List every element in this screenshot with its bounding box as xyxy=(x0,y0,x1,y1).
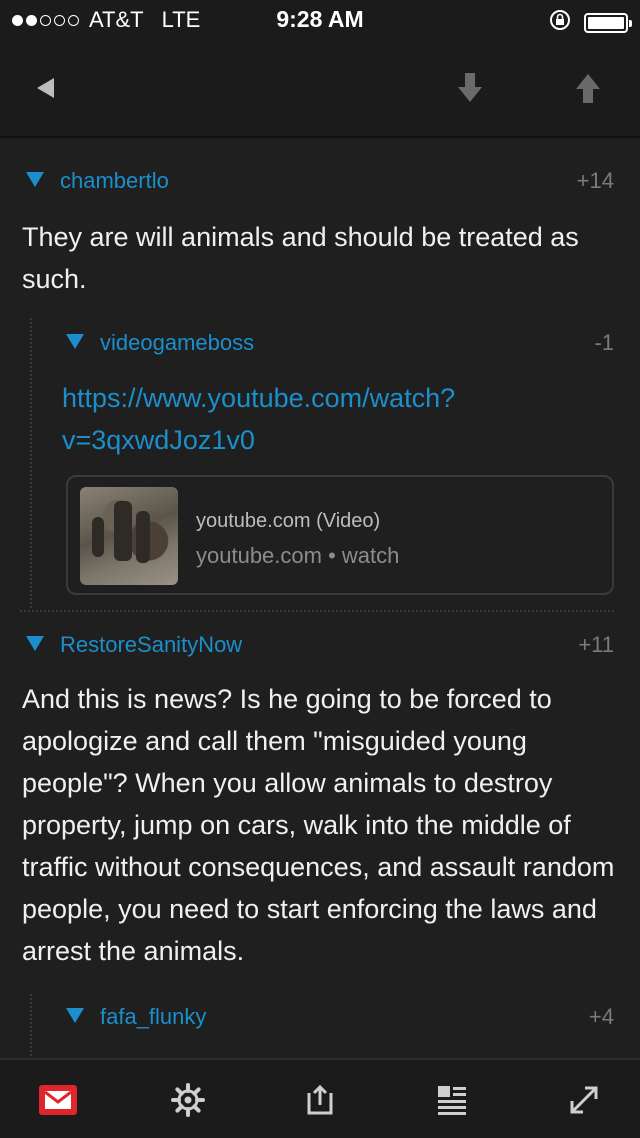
arrow-up-icon xyxy=(576,74,600,103)
preview-subtitle: youtube.com • watch xyxy=(196,543,400,568)
clock: 9:28 AM xyxy=(276,6,364,32)
back-triangle-icon xyxy=(37,78,54,98)
navigation-bar xyxy=(0,40,640,138)
comment-author[interactable]: videogameboss xyxy=(100,330,254,356)
downvote-button[interactable] xyxy=(448,66,492,110)
comment-link[interactable]: https://www.youtube.com/watch?v=3qxwdJoz… xyxy=(62,377,512,461)
mail-icon xyxy=(39,1085,77,1115)
comment-score: +4 xyxy=(588,1004,614,1029)
expand-icon xyxy=(570,1086,598,1114)
battery-icon xyxy=(584,13,632,33)
collapse-triangle-icon[interactable] xyxy=(26,636,44,651)
status-right xyxy=(548,8,632,38)
comment-body: They are will animals and should be trea… xyxy=(22,222,579,294)
comment-header[interactable]: fafa_flunky +4 xyxy=(0,996,640,1036)
comment-score: -1 xyxy=(594,330,614,355)
comment-header[interactable]: videogameboss -1 xyxy=(0,322,640,362)
comment-author[interactable]: fafa_flunky xyxy=(100,1004,206,1030)
collapse-triangle-icon[interactable] xyxy=(66,334,84,349)
arrow-down-icon xyxy=(458,73,482,102)
settings-button[interactable] xyxy=(168,1080,208,1120)
back-button[interactable] xyxy=(24,66,68,110)
comment-score: +14 xyxy=(576,168,614,193)
collapse-triangle-icon[interactable] xyxy=(26,172,44,187)
status-bar: AT&T LTE 9:28 AM xyxy=(0,0,640,40)
fullscreen-button[interactable] xyxy=(564,1080,604,1120)
rotation-lock-icon xyxy=(548,8,572,38)
video-thumbnail[interactable] xyxy=(80,487,178,585)
gear-icon xyxy=(171,1083,205,1117)
share-icon xyxy=(307,1084,333,1115)
reader-button[interactable] xyxy=(432,1080,472,1120)
comment-header[interactable]: chambertlo +14 xyxy=(0,160,640,200)
comment-header[interactable]: RestoreSanityNow +11 xyxy=(0,624,640,664)
link-preview-card[interactable]: youtube.com (Video) youtube.com • watch xyxy=(66,475,614,595)
comment-score: +11 xyxy=(578,632,614,657)
comment-author[interactable]: RestoreSanityNow xyxy=(60,632,242,658)
share-button[interactable] xyxy=(300,1080,340,1120)
comment-author[interactable]: chambertlo xyxy=(60,168,169,194)
comment-separator xyxy=(20,610,614,612)
comments-list: chambertlo +14 They are will animals and… xyxy=(0,138,640,1058)
bottom-toolbar xyxy=(0,1058,640,1138)
upvote-button[interactable] xyxy=(566,66,610,110)
reader-icon xyxy=(438,1086,466,1115)
preview-title: youtube.com (Video) xyxy=(196,510,381,532)
collapse-triangle-icon[interactable] xyxy=(66,1008,84,1023)
comment-body: And this is news? Is he going to be forc… xyxy=(22,684,615,966)
mail-button[interactable] xyxy=(38,1080,78,1120)
